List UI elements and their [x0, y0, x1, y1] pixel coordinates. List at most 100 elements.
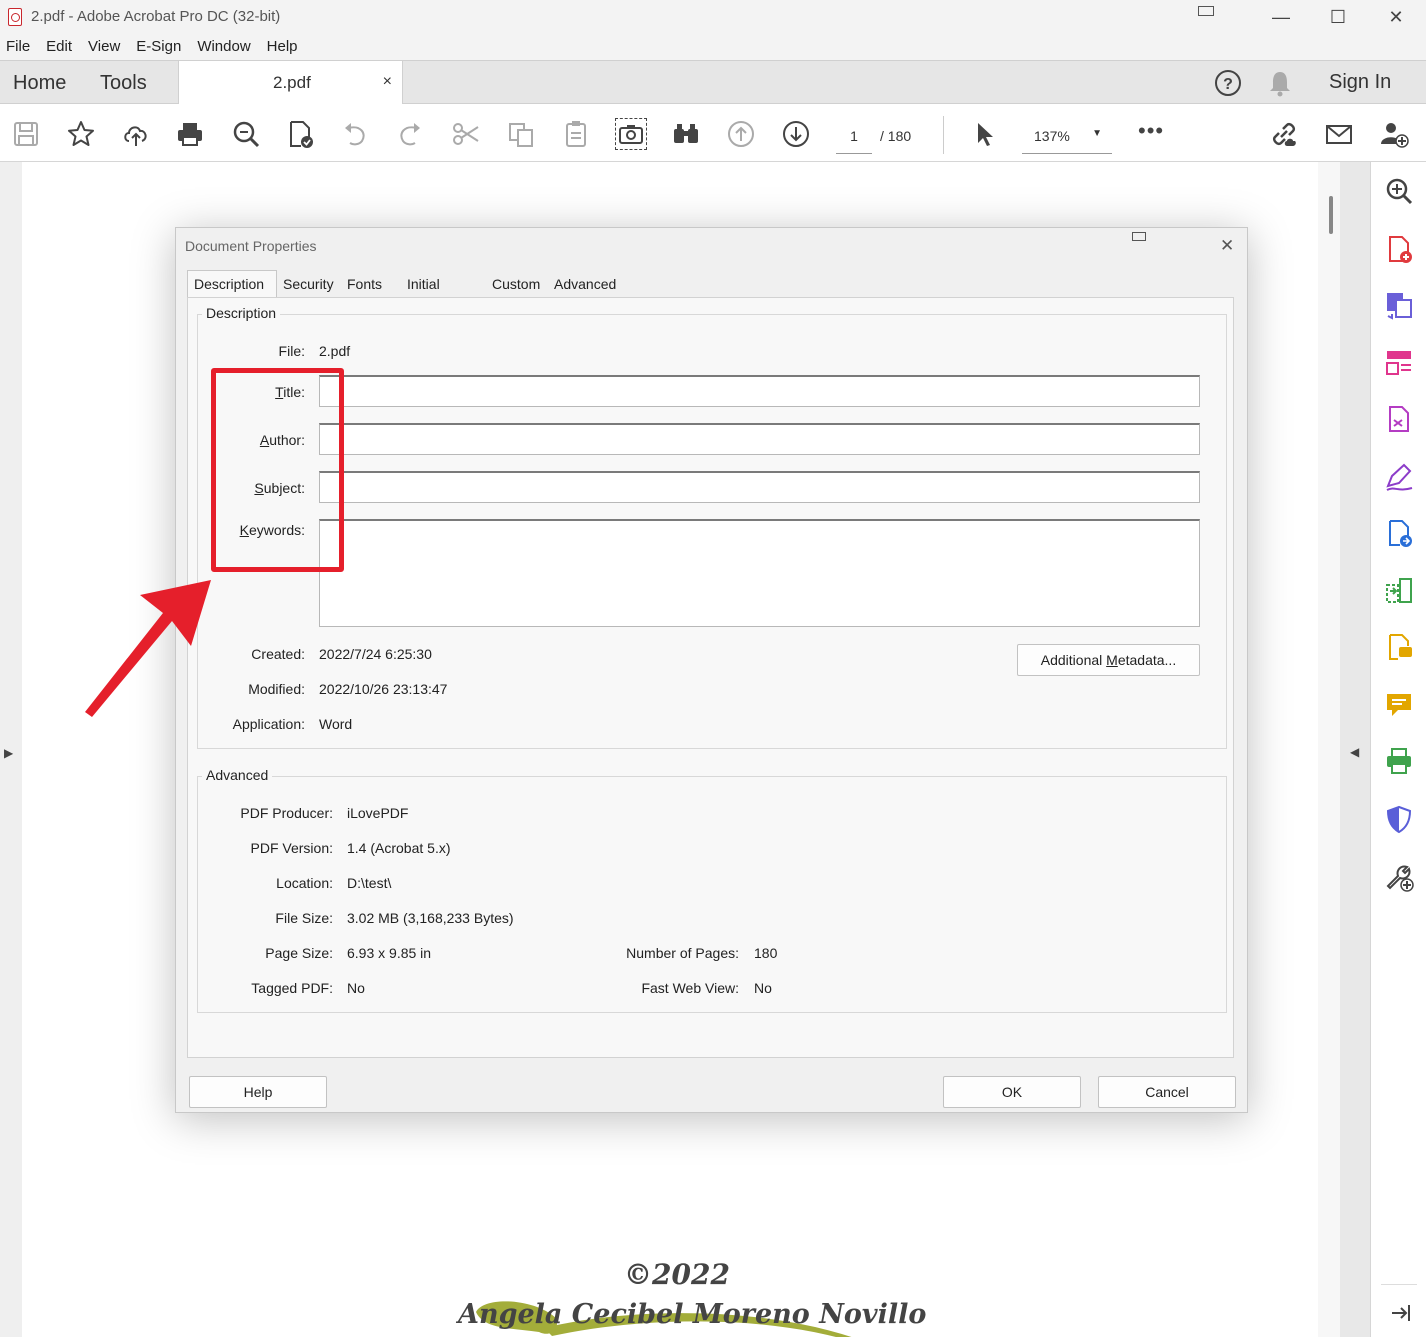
right-panel-divider	[1381, 1284, 1417, 1285]
add-user-icon[interactable]	[1378, 118, 1410, 150]
zoom-search-icon[interactable]	[230, 118, 262, 150]
send-for-review-icon[interactable]	[1384, 518, 1414, 548]
maximize-button[interactable]: ☐	[1308, 0, 1368, 34]
modified-label: Modified:	[248, 681, 305, 697]
fill-sign-icon[interactable]	[1384, 462, 1414, 492]
share-link-icon[interactable]	[1268, 118, 1300, 150]
chevron-down-icon: ▼	[1092, 128, 1102, 139]
file-label: File:	[278, 343, 305, 359]
keywords-field[interactable]	[319, 519, 1200, 627]
menu-help[interactable]: Help	[261, 34, 304, 60]
location-label: Location:	[276, 875, 333, 891]
sign-in-button[interactable]: Sign In	[1329, 71, 1391, 94]
menu-edit[interactable]: Edit	[40, 34, 78, 60]
additional-metadata-pre: Additional	[1040, 652, 1107, 668]
page-size-value: 6.93 x 9.85 in	[347, 945, 432, 961]
edit-pdf-icon[interactable]	[1384, 404, 1414, 434]
page-size-label: Page Size:	[265, 945, 333, 961]
export-pdf-icon[interactable]	[1384, 290, 1414, 320]
pdf-version-label: PDF Version:	[250, 840, 333, 856]
save-icon[interactable]	[10, 118, 42, 150]
collapse-panel-icon[interactable]	[1384, 1298, 1414, 1328]
snapshot-camera-icon[interactable]	[615, 118, 647, 150]
print-production-icon[interactable]	[1384, 746, 1414, 776]
redo-icon[interactable]	[394, 118, 426, 150]
zoom-select[interactable]: 137% ▼	[1022, 118, 1112, 154]
file-value: 2.pdf	[319, 343, 351, 359]
tab-initial-view[interactable]: Initial View	[401, 271, 446, 318]
right-tools-panel	[1370, 162, 1426, 1337]
cloud-upload-icon[interactable]	[120, 118, 152, 150]
file-size-label: File Size:	[275, 910, 333, 926]
document-tab[interactable]: 2.pdf ×	[178, 61, 403, 105]
close-window-button[interactable]: ✕	[1366, 0, 1426, 34]
create-pdf-icon[interactable]	[1384, 234, 1414, 264]
dialog-close-icon[interactable]: ✕	[1220, 236, 1234, 256]
fast-web-view-value: No	[754, 980, 772, 996]
protect-shield-icon[interactable]	[1384, 804, 1414, 834]
tab-description[interactable]: Description	[187, 270, 277, 297]
title-field[interactable]	[319, 375, 1200, 407]
comment-bubble-icon[interactable]	[1384, 690, 1414, 720]
subject-field[interactable]	[319, 471, 1200, 503]
collapse-right-panel-icon[interactable]: ◀	[1350, 745, 1359, 759]
find-binoculars-icon[interactable]	[670, 118, 702, 150]
tab-security[interactable]: Security	[277, 271, 340, 297]
advanced-group-label: Advanced	[202, 767, 273, 783]
restore-ribbon-icon[interactable]	[1198, 6, 1214, 16]
page-number-input[interactable]: 1	[836, 118, 872, 154]
email-envelope-icon[interactable]	[1323, 118, 1355, 150]
zoom-tool-icon[interactable]	[1384, 176, 1414, 206]
minimize-button[interactable]: —	[1251, 0, 1311, 34]
pdf-producer-label: PDF Producer:	[240, 805, 333, 821]
scrollbar-thumb[interactable]	[1329, 196, 1333, 234]
help-button[interactable]: Help	[189, 1076, 327, 1108]
spellcheck-document-icon[interactable]	[284, 118, 316, 150]
tab-advanced[interactable]: Advanced	[548, 271, 622, 297]
select-cursor-icon[interactable]	[968, 118, 1000, 150]
notifications-bell-icon[interactable]	[1267, 69, 1293, 100]
created-label: Created:	[251, 646, 305, 662]
ok-button[interactable]: OK	[943, 1076, 1081, 1108]
annotation-arrow	[85, 580, 211, 717]
location-value: D:\test\	[347, 875, 392, 891]
zoom-value: 137%	[1034, 128, 1070, 144]
home-tab[interactable]: Home	[13, 61, 66, 105]
next-page-icon[interactable]	[780, 118, 812, 150]
tools-tab[interactable]: Tools	[100, 61, 147, 105]
help-icon[interactable]: ?	[1214, 69, 1242, 100]
expand-left-panel-icon[interactable]: ▶	[4, 746, 13, 760]
tab-fonts[interactable]: Fonts	[341, 271, 388, 297]
paste-clipboard-icon[interactable]	[560, 118, 592, 150]
copy-icon[interactable]	[505, 118, 537, 150]
comment-document-icon[interactable]	[1384, 632, 1414, 662]
author-field[interactable]	[319, 423, 1200, 455]
close-tab-icon[interactable]: ×	[383, 73, 392, 91]
organize-pages-icon[interactable]	[1384, 348, 1414, 378]
page-total-label: / 180	[880, 128, 912, 144]
undo-icon[interactable]	[339, 118, 371, 150]
dialog-title: Document Properties	[185, 238, 317, 254]
annotation-highlight-box	[211, 368, 344, 572]
modified-value: 2022/10/26 23:13:47	[319, 681, 448, 697]
print-icon[interactable]	[174, 118, 206, 150]
compare-files-icon[interactable]	[1384, 576, 1414, 606]
menu-file[interactable]: File	[0, 34, 36, 60]
vertical-scrollbar[interactable]	[1318, 162, 1340, 1337]
copyright-text: ©2022	[624, 1258, 730, 1291]
dialog-restore-icon[interactable]	[1132, 232, 1146, 241]
menu-esign[interactable]: E-Sign	[130, 34, 187, 60]
menu-view[interactable]: View	[82, 34, 126, 60]
cancel-button[interactable]: Cancel	[1098, 1076, 1236, 1108]
previous-page-icon[interactable]	[725, 118, 757, 150]
file-size-value: 3.02 MB (3,168,233 Bytes)	[347, 910, 514, 926]
cut-scissors-icon[interactable]	[450, 118, 482, 150]
bookmark-star-icon[interactable]	[65, 118, 97, 150]
acrobat-app-icon	[8, 8, 22, 26]
menu-window[interactable]: Window	[191, 34, 256, 60]
tab-bar: Home Tools 2.pdf × ? Sign In	[0, 60, 1426, 105]
additional-metadata-button[interactable]: Additional Metadata...	[1017, 644, 1200, 676]
more-tools-wrench-icon[interactable]	[1384, 862, 1414, 892]
tab-custom[interactable]: Custom	[486, 271, 546, 297]
more-options-icon[interactable]: •••	[1138, 118, 1164, 144]
